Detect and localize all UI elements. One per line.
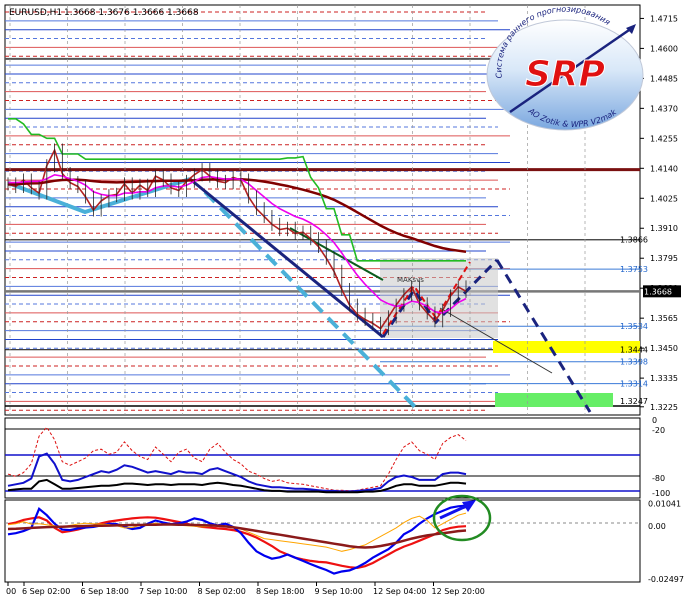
chart-canvas[interactable]: MAKsvs 1.38661.37531.36681.35341.34441.3… <box>0 0 688 601</box>
trading-chart-window: MAKsvs 1.3866 1.3753 1.3668 1.3534 1.3444 1.3… <box>0 0 688 601</box>
momentum-ticks: 0.01041 0.00 -0.02497 <box>648 500 684 584</box>
oscillator-tick-label: -20 <box>652 426 665 435</box>
tick-label: 1.3225 <box>650 403 678 412</box>
oscillator-levels <box>5 428 640 492</box>
price-label: 1.3534 <box>620 322 648 331</box>
time-tick-label: 8 Sep 02:00 <box>198 587 246 596</box>
srp-logo: SRP Система раннего прогнозирования AO Z… <box>486 5 644 131</box>
momentum-tick-label: 0.00 <box>648 522 666 531</box>
tick-label: 1.3335 <box>650 374 678 383</box>
time-tick-label: 00 <box>6 587 16 596</box>
oscillator-series <box>7 426 467 494</box>
tick-label: 1.3795 <box>650 254 678 263</box>
oscillator-line <box>7 426 467 492</box>
time-tick-label: 6 Sep 18:00 <box>81 587 129 596</box>
price-label: 1.3314 <box>620 380 648 389</box>
tick-label: 1.4255 <box>650 134 678 143</box>
time-tick-label: 6 Sep 02:00 <box>22 587 70 596</box>
price-label: 1.3398 <box>620 358 648 367</box>
logo-text: SRP <box>525 54 605 95</box>
chart-annotation: MAKsvs <box>397 276 424 284</box>
tick-label: 1.4600 <box>650 44 678 53</box>
projection-navy-down <box>495 259 592 413</box>
momentum-tick-label: 0.01041 <box>648 500 681 509</box>
consolidation-box <box>380 258 498 338</box>
time-tick-label: 9 Sep 10:00 <box>315 587 363 596</box>
momentum-line <box>7 512 467 552</box>
oscillator-tick-label: 0 <box>652 416 657 425</box>
momentum-tick-label: -0.02497 <box>648 575 684 584</box>
time-tick-label: 12 Sep 20:00 <box>432 587 485 596</box>
tick-label: 1.3565 <box>650 314 678 323</box>
tick-label: 1.4485 <box>650 74 678 83</box>
oscillator-tick-label: -100 <box>652 489 670 498</box>
tick-label: 1.3680 <box>650 284 678 293</box>
chart-symbol: EURUSD,H1 <box>9 8 62 18</box>
ohlc-readout: 1.3668 1.3676 1.3666 1.3668 <box>64 8 199 18</box>
tick-label: 1.4140 <box>650 164 678 173</box>
time-tick-label: 12 Sep 04:00 <box>373 587 426 596</box>
tick-label: 1.3910 <box>650 224 678 233</box>
time-tick-label: 7 Sep 10:00 <box>139 587 187 596</box>
momentum-line <box>7 504 467 575</box>
oscillator-tick-label: -80 <box>652 474 665 483</box>
green-level-zone <box>495 393 613 407</box>
tick-label: 1.3450 <box>650 344 678 353</box>
tick-label: 1.4715 <box>650 14 678 23</box>
price-label: 1.3247 <box>620 397 648 406</box>
price-label: 1.3866 <box>620 236 648 245</box>
price-label: 1.3753 <box>620 265 648 274</box>
chart-annotations: MAKsvs <box>397 276 424 284</box>
tick-label: 1.4370 <box>650 104 678 113</box>
oscillator-ticks: 0-20 -80 -100 <box>652 416 670 498</box>
time-tick-label: 8 Sep 18:00 <box>256 587 304 596</box>
tick-label: 1.4025 <box>650 194 678 203</box>
price-label: 1.3444 <box>620 346 648 355</box>
momentum-series <box>7 504 467 575</box>
time-axis: 00 6 Sep 02:00 6 Sep 18:00 7 Sep 10:00 8 Sep… <box>6 582 485 596</box>
